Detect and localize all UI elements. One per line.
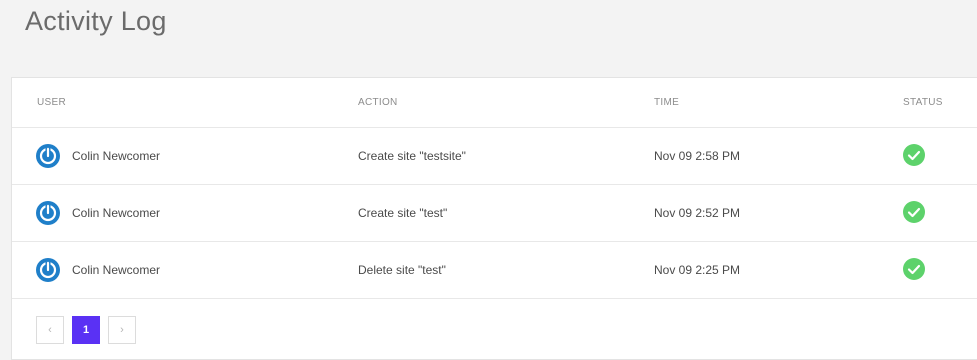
next-page-button[interactable]: › — [108, 316, 136, 344]
page-title: Activity Log — [25, 6, 167, 36]
success-check-icon — [903, 144, 925, 166]
success-check-icon — [903, 201, 925, 223]
prev-page-button[interactable]: ‹ — [36, 316, 64, 344]
action-text: Delete site "test" — [358, 263, 446, 277]
user-name: Colin Newcomer — [72, 149, 161, 163]
time-text: Nov 09 2:25 PM — [654, 263, 741, 277]
table-row: Colin Newcomer Create site "testsite" No… — [12, 128, 977, 185]
success-check-icon — [903, 258, 925, 280]
page-1-button[interactable]: 1 — [72, 316, 100, 344]
time-text: Nov 09 2:58 PM — [654, 149, 741, 163]
column-header-status: STATUS — [903, 97, 943, 108]
activity-log-panel: USER ACTION TIME STATUS Colin Newcomer C… — [11, 77, 977, 360]
user-name: Colin Newcomer — [72, 206, 161, 220]
column-header-time: TIME — [654, 97, 680, 108]
table-row: Colin Newcomer Delete site "test" Nov 09… — [12, 242, 977, 299]
table-row: Colin Newcomer Create site "test" Nov 09… — [12, 185, 977, 242]
user-avatar-power-icon — [36, 201, 60, 225]
column-header-action: ACTION — [358, 97, 398, 108]
table-header: USER ACTION TIME STATUS — [12, 78, 977, 128]
user-avatar-power-icon — [36, 144, 60, 168]
time-text: Nov 09 2:52 PM — [654, 206, 741, 220]
user-name: Colin Newcomer — [72, 263, 161, 277]
column-header-user: USER — [37, 97, 66, 108]
action-text: Create site "testsite" — [358, 149, 466, 163]
user-avatar-power-icon — [36, 258, 60, 282]
action-text: Create site "test" — [358, 206, 448, 220]
